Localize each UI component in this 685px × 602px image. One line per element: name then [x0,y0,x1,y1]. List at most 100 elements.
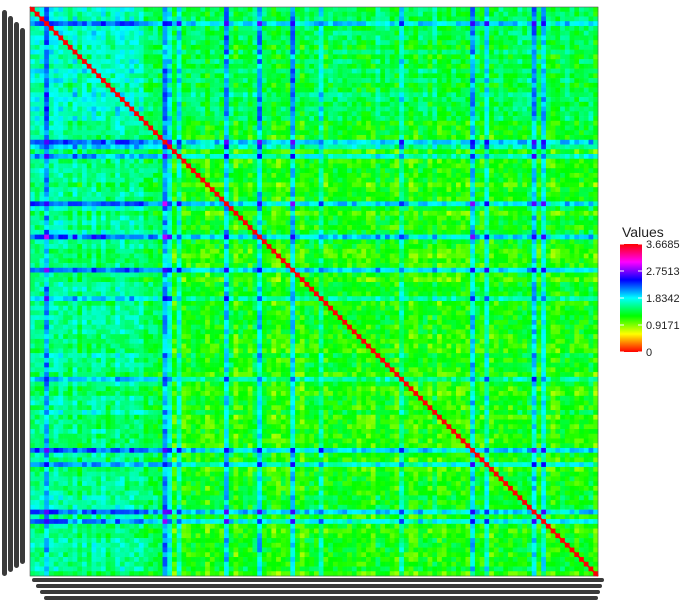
heatmap-cell [489,120,495,126]
heatmap-cell [569,125,575,131]
heatmap-cell [228,21,234,27]
heatmap-cell [138,59,144,65]
heatmap-cell [527,30,533,36]
heatmap-cell [119,59,125,65]
heatmap-cell [403,139,409,145]
heatmap-cell [295,187,301,193]
heatmap-cell [470,120,476,126]
heatmap-cell [186,120,192,126]
heatmap-cell [238,21,244,27]
heatmap-cell [309,16,315,22]
heatmap-cell [252,54,258,60]
heatmap-cell [276,196,282,202]
heatmap-cell [195,191,201,197]
heatmap-cell [295,59,301,65]
heatmap-cell [361,125,367,131]
heatmap-cell [446,35,452,41]
heatmap-cell [72,177,78,183]
heatmap-cell [209,54,215,60]
heatmap-cell [579,149,585,155]
heatmap-cell [375,63,381,69]
heatmap-cell [138,16,144,22]
heatmap-cell [366,101,372,107]
heatmap-cell [148,7,154,13]
heatmap-cell [583,49,589,55]
heatmap-cell [91,49,97,55]
heatmap-cell [503,49,509,55]
heatmap-cell [138,139,144,145]
heatmap-cell [318,172,324,178]
heatmap-cell [257,158,263,164]
heatmap-cell [588,144,594,150]
heatmap-cell [323,116,329,122]
heatmap-cell [361,54,367,60]
heatmap-cell [574,7,580,13]
heatmap-cell [295,182,301,188]
heatmap-cell [58,153,64,160]
heatmap-cell [58,144,64,150]
heatmap-cell [418,135,424,141]
heatmap-cell [503,158,509,164]
heatmap-cell [347,7,353,13]
heatmap-cell [498,158,504,164]
heatmap-cell [328,120,334,126]
heatmap-cell [323,101,329,107]
heatmap-cell [280,120,286,126]
heatmap-cell [266,196,272,202]
heatmap-cell [413,163,419,169]
heatmap-cell [53,168,59,174]
heatmap-cell [527,153,533,160]
heatmap-cell [115,78,121,84]
heatmap-cell [564,16,570,22]
heatmap-cell [167,59,173,65]
heatmap-cell [48,120,54,126]
heatmap-cell [266,120,272,126]
heatmap-cell [451,82,457,88]
heatmap-cell [385,135,391,141]
heatmap-cell [380,78,386,84]
heatmap-cell [522,172,528,178]
heatmap-cell [366,106,372,112]
heatmap-cell [422,153,428,160]
heatmap-cell [214,168,220,174]
heatmap-cell [351,54,357,60]
heatmap-cell [153,182,159,188]
heatmap-cell [290,196,296,202]
heatmap-cell [531,120,537,126]
heatmap-cell [564,116,570,122]
heatmap-cell [200,82,206,88]
heatmap-cell [162,82,168,88]
heatmap-cell [418,35,424,41]
heatmap-cell [91,101,97,107]
heatmap-cell [489,130,495,136]
heatmap-cell [583,139,589,145]
heatmap-cell [252,201,258,207]
heatmap-cell [370,40,376,46]
heatmap-cell [422,130,428,136]
heatmap-cell [153,106,159,112]
heatmap-cell [356,149,362,155]
heatmap-cell [77,168,83,174]
heatmap-cell [323,125,329,131]
heatmap-cell [243,116,249,122]
heatmap-cell [72,139,78,145]
heatmap-cell [560,149,566,155]
heatmap-cell [380,54,386,60]
heatmap-cell [356,196,362,202]
heatmap-cell [347,201,353,207]
heatmap-cell [380,49,386,55]
heatmap-cell [545,144,551,150]
heatmap-cell [470,97,476,103]
heatmap-cell [389,87,395,93]
heatmap-cell [172,163,178,169]
heatmap-cell [243,40,249,46]
heatmap-cell [285,97,291,103]
heatmap-cell [441,25,447,32]
heatmap-cell [531,168,537,174]
heatmap-cell [290,177,296,183]
heatmap-cell [479,196,485,202]
heatmap-cell [427,63,433,69]
heatmap-cell [375,187,381,193]
heatmap-cell [394,116,400,122]
heatmap-cell [314,196,320,202]
